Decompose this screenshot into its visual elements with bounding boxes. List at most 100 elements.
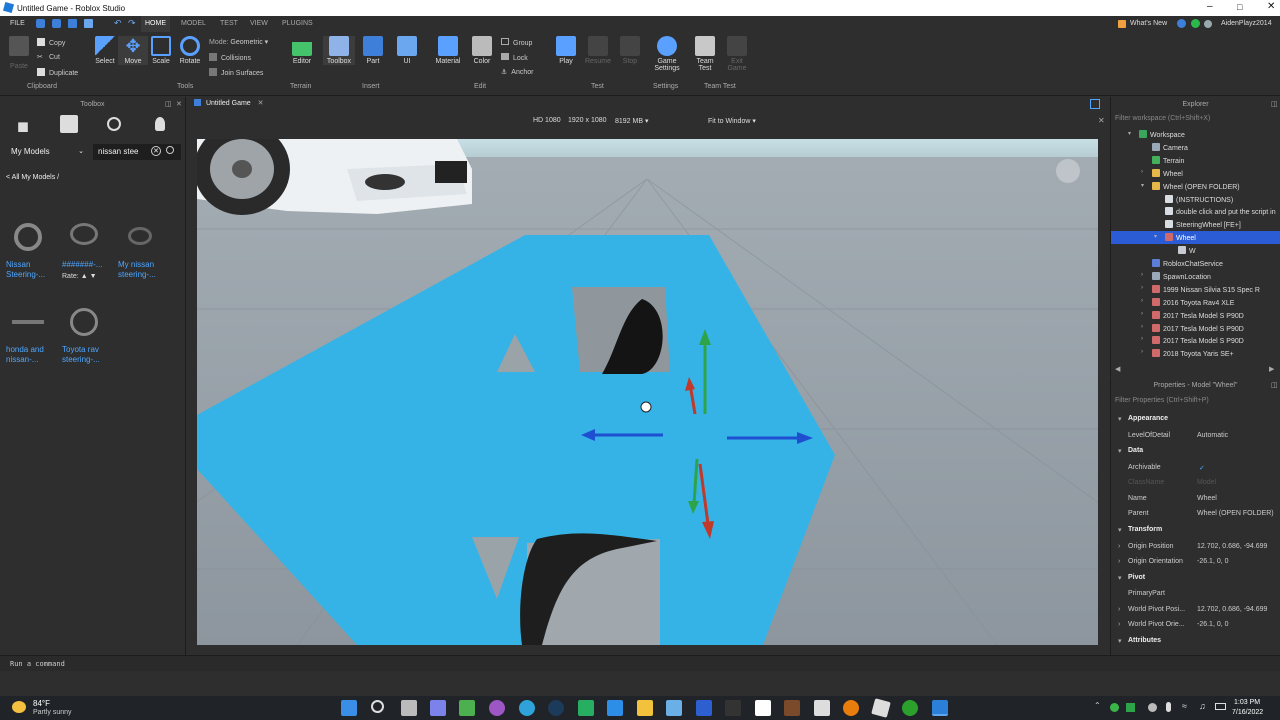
model-card[interactable]: My nissan steering-...	[118, 217, 170, 280]
file-menu[interactable]: FILE	[10, 20, 25, 27]
tray-icon[interactable]	[1148, 703, 1157, 712]
tab-test[interactable]: TEST	[220, 20, 238, 27]
property-row[interactable]: Archivable ✓	[1111, 460, 1280, 475]
property-row[interactable]: LevelOfDetail Automatic	[1111, 428, 1280, 443]
close-emulator-icon[interactable]: ✕	[1098, 116, 1105, 125]
tab-model[interactable]: MODEL	[181, 20, 206, 27]
malwarebytes-icon[interactable]	[696, 700, 712, 716]
property-category[interactable]: ▾ Pivot	[1111, 570, 1280, 586]
model-card[interactable]: #######-... Rate: ▲ ▼	[62, 217, 114, 282]
explorer-item[interactable]: double click and put the script in	[1111, 205, 1280, 218]
epic-games-icon[interactable]	[725, 700, 741, 716]
blender-icon[interactable]	[843, 700, 859, 716]
paste-button[interactable]: Paste	[5, 36, 33, 70]
tab-untitled-game[interactable]: Untitled Game ✕	[194, 99, 264, 113]
chevron-down-icon[interactable]: ▾	[1154, 233, 1157, 240]
explorer-item[interactable]: W	[1111, 244, 1280, 257]
explorer-item[interactable]: ▾ Workspace	[1111, 128, 1280, 141]
roblox-icon[interactable]	[871, 698, 891, 718]
game-settings-button[interactable]: Game Settings	[651, 36, 683, 72]
marketplace-tab[interactable]	[60, 115, 78, 133]
roblox-studio-icon[interactable]	[932, 700, 948, 716]
cut-button[interactable]: ✂ Cut	[37, 53, 60, 61]
tab-view[interactable]: VIEW	[250, 20, 268, 27]
chevron-right-icon[interactable]: ›	[1141, 272, 1143, 278]
close-window-button[interactable]: ✕	[1267, 1, 1275, 12]
explorer-item[interactable]: › 2017 Tesla Model S P90D	[1111, 322, 1280, 335]
explorer-item[interactable]: (INSTRUCTIONS)	[1111, 193, 1280, 206]
copy-button[interactable]: Copy	[37, 38, 65, 47]
property-category[interactable]: ▾ Transform	[1111, 522, 1280, 538]
recent-tab[interactable]	[107, 117, 121, 131]
redo-arrow-icon[interactable]: ↷	[128, 18, 136, 29]
explorer-item[interactable]: ▾ Wheel (OPEN FOLDER)	[1111, 180, 1280, 193]
stop-button[interactable]: Stop	[615, 36, 645, 65]
search-icon[interactable]	[371, 700, 384, 713]
lock-button[interactable]: Lock	[501, 53, 528, 62]
command-input[interactable]: Run a command	[10, 660, 65, 668]
explorer-item[interactable]: SteeringWheel [FE+]	[1111, 218, 1280, 231]
join-surfaces-toggle[interactable]: Join Surfaces	[209, 68, 263, 77]
explorer-filter-input[interactable]: Filter workspace (Ctrl+Shift+X)	[1113, 113, 1279, 125]
maximize-button[interactable]: □	[1237, 2, 1242, 12]
explorer-item[interactable]: › Wheel	[1111, 167, 1280, 180]
team-test-button[interactable]: Team Test	[690, 36, 720, 72]
exit-game-button[interactable]: Exit Game	[722, 36, 752, 72]
file-explorer-icon[interactable]	[637, 700, 653, 716]
app-icon[interactable]	[578, 700, 594, 716]
tray-icon[interactable]	[1110, 703, 1119, 712]
whats-new-link[interactable]: What's New	[1130, 20, 1167, 27]
minecraft-icon[interactable]	[784, 700, 800, 716]
photos-icon[interactable]	[666, 700, 682, 716]
username[interactable]: AidenPlayz2014	[1221, 20, 1272, 27]
property-row[interactable]: › Origin Orientation -26.1, 0, 0	[1111, 554, 1280, 569]
save-icon[interactable]	[68, 19, 77, 28]
anchor-button[interactable]: ⚓ Anchor	[501, 68, 533, 76]
toolbox-breadcrumb[interactable]: < All My Models /	[6, 174, 59, 181]
tray-chevron-icon[interactable]: ⌃	[1094, 701, 1101, 710]
model-card[interactable]: honda and nissan-...	[6, 302, 58, 365]
collisions-toggle[interactable]: Collisions	[209, 53, 251, 62]
weather-temp[interactable]: 84°F	[33, 699, 50, 708]
chevron-right-icon[interactable]: ›	[1118, 621, 1120, 628]
publish-icon[interactable]	[84, 19, 93, 28]
close-tab-icon[interactable]: ✕	[258, 100, 264, 107]
explorer-item[interactable]: › 2016 Toyota Rav4 XLE	[1111, 296, 1280, 309]
property-category[interactable]: ▾ Attributes	[1111, 633, 1280, 649]
undo-icon[interactable]	[36, 19, 45, 28]
chevron-right-icon[interactable]: ›	[1118, 558, 1120, 565]
clear-search-icon[interactable]: ✕	[151, 146, 161, 156]
tray-icon[interactable]	[1126, 703, 1135, 712]
explorer-item[interactable]: › 2017 Tesla Model S P90D	[1111, 309, 1280, 322]
chevron-down-icon[interactable]: ▾	[1118, 574, 1122, 582]
minimize-button[interactable]: –	[1207, 1, 1213, 12]
chevron-down-icon[interactable]: ▾	[1118, 415, 1122, 423]
resume-button[interactable]: Resume	[583, 36, 613, 65]
creations-tab[interactable]	[155, 117, 165, 131]
duplicate-button[interactable]: Duplicate	[37, 68, 78, 77]
resolution-select[interactable]: 1920 x 1080	[568, 117, 607, 124]
chevron-right-icon[interactable]: ›	[1118, 606, 1120, 613]
group-button[interactable]: Group	[501, 38, 532, 47]
ui-button[interactable]: UI	[392, 36, 422, 65]
clock-date[interactable]: 7/16/2022	[1232, 709, 1263, 716]
scroll-right-icon[interactable]: ▶	[1269, 365, 1274, 373]
property-row[interactable]: Parent Wheel (OPEN FOLDER)	[1111, 506, 1280, 521]
thumbs-up-icon[interactable]: ▲	[81, 273, 88, 280]
thumbs-down-icon[interactable]: ▼	[90, 273, 97, 280]
model-card[interactable]: Nissan Steering-...	[6, 217, 58, 280]
property-category[interactable]: ▾ Appearance	[1111, 411, 1280, 427]
property-row[interactable]: › Origin Position 12.702, 0.686, -94.699	[1111, 539, 1280, 554]
3d-viewport[interactable]	[197, 139, 1098, 645]
property-row[interactable]: ClassName Model	[1111, 475, 1280, 490]
tab-home[interactable]: HOME	[141, 16, 170, 32]
search-icon[interactable]	[166, 146, 174, 154]
chevron-down-icon[interactable]: ▾	[1118, 526, 1122, 534]
property-row[interactable]: PrimaryPart	[1111, 586, 1280, 601]
start-menu-icon[interactable]	[341, 700, 357, 716]
explorer-item[interactable]: RobloxChatService	[1111, 257, 1280, 270]
chevron-right-icon[interactable]: ›	[1118, 543, 1120, 550]
fit-to-window-select[interactable]: Fit to Window ▾	[708, 117, 756, 125]
chevron-down-icon[interactable]: ▾	[1128, 130, 1131, 137]
terrain-editor-button[interactable]: Editor	[287, 36, 317, 65]
